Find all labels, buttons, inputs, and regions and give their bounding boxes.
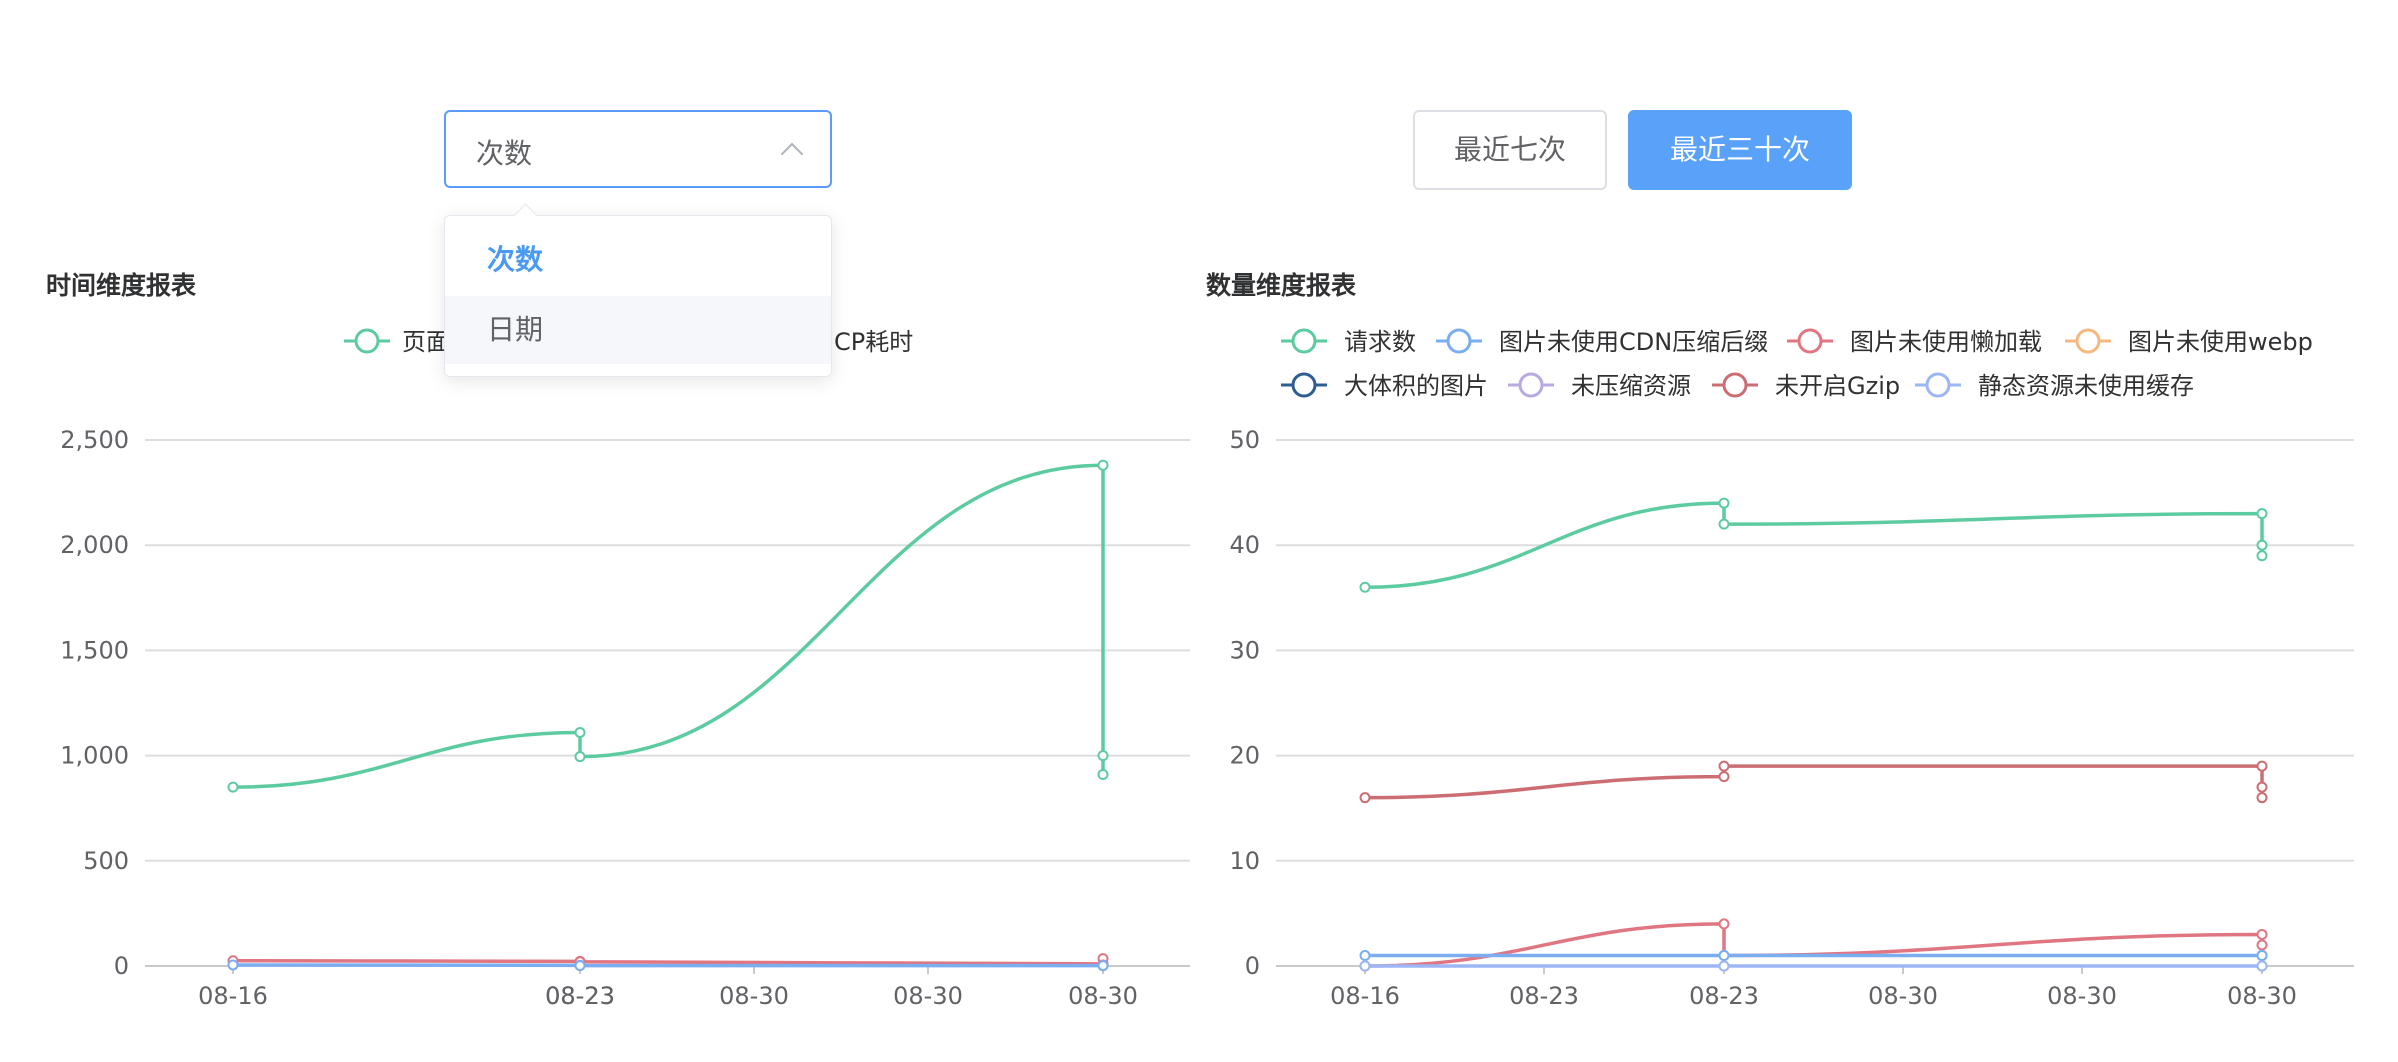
charts-canvas: 05001,0001,5002,0002,50008-16 08-2308-23 0… [60, 328, 2354, 1010]
count-data-point [2256, 792, 2268, 804]
count-legend-label-2: 图片未使用懒加载 [1850, 328, 2042, 356]
legend-circle-14 [1291, 372, 1317, 398]
count-data-point [1718, 949, 1730, 961]
count-legend-label-3: 图片未使用webp [2128, 328, 2313, 356]
legend-circle-12 [1797, 328, 1823, 354]
count-data-point [1359, 949, 1371, 961]
count-x-tick-label: 08-16 [1330, 982, 1400, 1010]
count-data-point [1718, 518, 1730, 530]
count-x-tick-label: 08-23 [1509, 982, 1579, 1010]
count-data-point [2256, 508, 2268, 520]
time-x-tick-label: 08-30 [893, 982, 963, 1010]
count-data-point [1359, 960, 1371, 972]
count-series-line-1 [1364, 764, 2264, 800]
count-data-point [2256, 939, 2268, 951]
time-y-tick-label: 1,500 [60, 636, 129, 664]
count-y-tick-label: 10 [1229, 847, 1260, 875]
count-x-tick-label: 08-23 [1689, 982, 1759, 1010]
count-data-point [1718, 760, 1730, 772]
time-data-point [227, 959, 239, 971]
time-y-tick-label: 2,000 [60, 531, 129, 559]
count-data-point [2256, 760, 2268, 772]
time-y-tick-label: 0 [114, 952, 129, 980]
time-data-point [574, 751, 586, 763]
time-x-tick-label: 08-30 [1068, 982, 1138, 1010]
time-legend-label-1: CP耗时 [834, 328, 913, 356]
legend-circle-15 [1518, 372, 1544, 398]
count-legend-label-7: 静态资源未使用缓存 [1978, 372, 2194, 400]
count-y-tick-label: 0 [1245, 952, 1260, 980]
count-y-tick-label: 30 [1229, 636, 1260, 664]
legend-circle-10 [1291, 328, 1317, 354]
time-data-point [1097, 459, 1109, 471]
count-data-point [1359, 581, 1371, 593]
legend-circle-0 [354, 328, 380, 354]
select-dropdown: 次数 日期 [444, 203, 832, 377]
count-data-point [2256, 928, 2268, 940]
count-data-point [2256, 539, 2268, 551]
legend-circle-17 [1925, 372, 1951, 398]
option-count[interactable]: 次数 [445, 226, 831, 294]
time-data-point [1097, 750, 1109, 762]
time-data-point [574, 726, 586, 738]
legend-circle-13 [2075, 328, 2101, 354]
time-x-tick-label: 08-16 [198, 982, 268, 1010]
legend-circle-16 [1722, 372, 1748, 398]
time-x-tick-label: 08-23 [545, 982, 615, 1010]
count-data-point [2256, 781, 2268, 793]
count-legend-label-0: 请求数 [1344, 328, 1416, 356]
option-date[interactable]: 日期 [445, 296, 831, 364]
count-data-point [1718, 918, 1730, 930]
time-x-tick-label: 08-30 [719, 982, 789, 1010]
count-legend-label-1: 图片未使用CDN压缩后缀 [1499, 328, 1768, 356]
count-y-tick-label: 20 [1229, 742, 1260, 770]
count-x-tick-label: 08-30 [2047, 982, 2117, 1010]
time-legend-label-0: 页面 [402, 328, 450, 356]
count-data-point [2256, 949, 2268, 961]
count-x-tick-label: 08-30 [2227, 982, 2297, 1010]
time-y-tick-label: 1,000 [60, 742, 129, 770]
time-data-point [574, 960, 586, 972]
time-y-tick-label: 500 [83, 847, 129, 875]
time-y-tick-label: 2,500 [60, 426, 129, 454]
count-data-point [1718, 497, 1730, 509]
count-series-line-2 [1364, 922, 2264, 968]
count-legend-label-6: 未开启Gzip [1775, 372, 1900, 400]
time-data-point [1097, 769, 1109, 781]
time-series-line-2 [232, 963, 1103, 968]
count-x-tick-label: 08-30 [1868, 982, 1938, 1010]
time-data-point [1097, 960, 1109, 972]
time-series-line-0 [232, 463, 1105, 789]
count-y-tick-label: 50 [1229, 426, 1260, 454]
count-data-point [2256, 550, 2268, 562]
count-data-point [1359, 792, 1371, 804]
count-y-tick-label: 40 [1229, 531, 1260, 559]
count-data-point [2256, 960, 2268, 972]
legend-circle-11 [1446, 328, 1472, 354]
count-legend-label-4: 大体积的图片 [1344, 372, 1488, 400]
count-legend-label-5: 未压缩资源 [1571, 372, 1691, 400]
count-data-point [1718, 771, 1730, 783]
time-data-point [227, 781, 239, 793]
count-data-point [1718, 960, 1730, 972]
